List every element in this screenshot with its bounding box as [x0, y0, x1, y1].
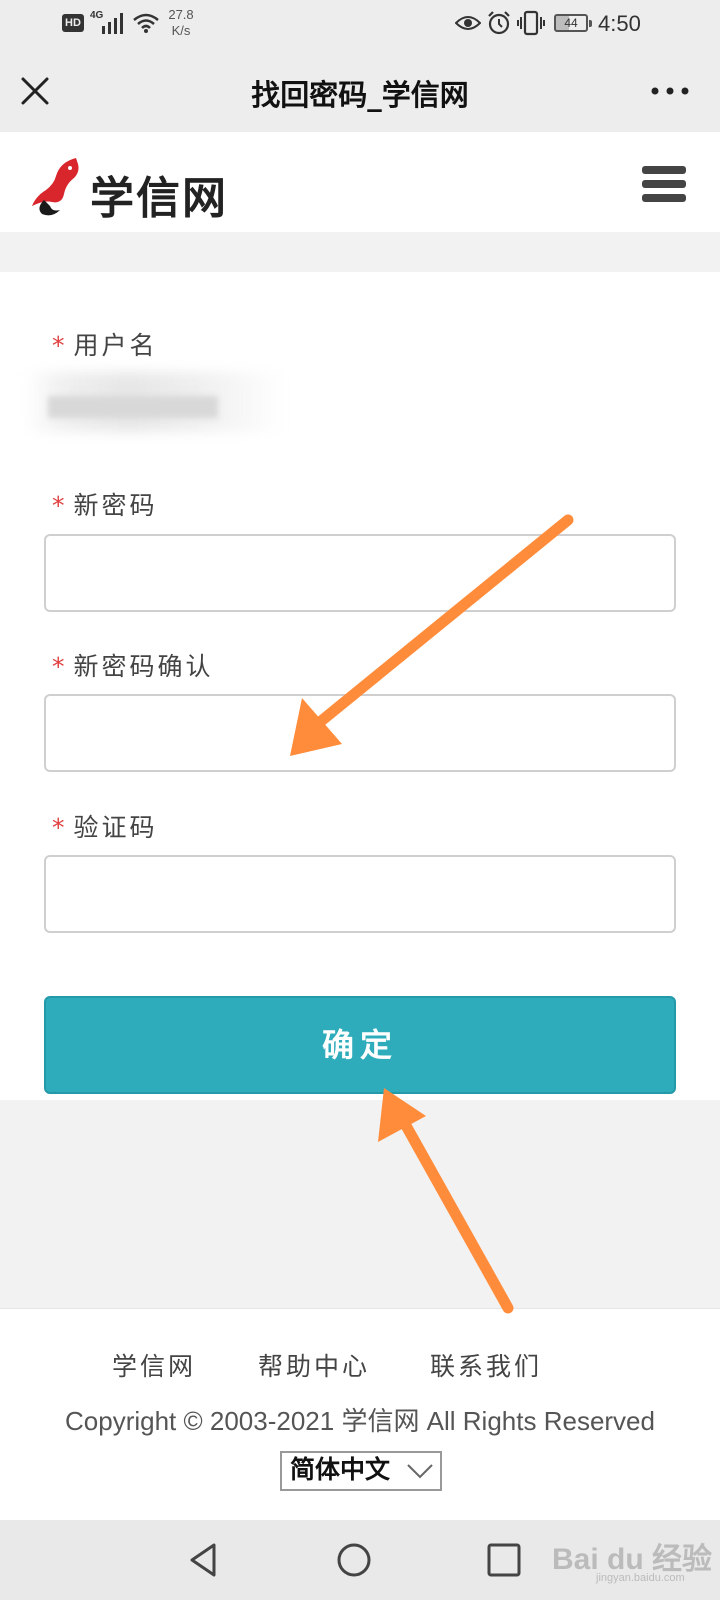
submit-button[interactable]: 确定: [44, 996, 676, 1094]
menu-icon[interactable]: [642, 166, 686, 208]
site-header: 学信网: [0, 132, 720, 232]
copyright-text: Copyright © 2003-2021 学信网 All Rights Res…: [65, 1406, 655, 1436]
site-logo-text[interactable]: 学信网: [90, 162, 228, 226]
page-title: 找回密码_学信网: [251, 78, 469, 112]
chevron-down-icon: [407, 1464, 433, 1479]
home-icon[interactable]: [334, 1540, 374, 1580]
recents-icon[interactable]: [484, 1540, 524, 1580]
new-password-input[interactable]: [44, 534, 676, 612]
captcha-label-text: 验证码: [73, 813, 158, 842]
username-value-redaction: [48, 396, 218, 418]
reset-password-form: * 用户名 * 新密码 * 新密码确认 * 验证码 确定: [0, 272, 720, 1100]
network-speed: 27.8 K/s: [166, 7, 196, 39]
new-password-label-text: 新密码: [73, 491, 158, 520]
signal-icon: [102, 13, 123, 34]
required-mark: *: [52, 652, 68, 681]
site-footer: 学信网 帮助中心 联系我们 Copyright © 2003-2021 学信网 …: [0, 1308, 720, 1520]
alarm-icon: [488, 11, 510, 35]
baidu-watermark-url: jingyan.baidu.com: [596, 1572, 685, 1584]
arrow-to-submit-button: [378, 1088, 514, 1314]
back-icon[interactable]: [184, 1540, 224, 1580]
speed-unit: K/s: [171, 23, 191, 38]
required-mark: *: [52, 491, 68, 520]
captcha-label: * 验证码: [52, 808, 158, 844]
confirm-password-label: * 新密码确认: [52, 647, 214, 683]
wifi-icon: [133, 13, 159, 33]
new-password-label: * 新密码: [52, 486, 158, 522]
username-label-text: 用户名: [73, 331, 158, 360]
language-selected-value: 简体中文: [290, 1455, 391, 1484]
footer-link-home[interactable]: 学信网: [112, 1347, 196, 1383]
speed-value: 27.8: [168, 7, 194, 22]
webview-title-bar: 找回密码_学信网: [0, 50, 720, 132]
status-bar: HD 4G 27.8 K/s 44 4:50: [0, 0, 720, 50]
clock: 4:50: [598, 11, 641, 36]
required-mark: *: [52, 331, 68, 360]
captcha-input[interactable]: [44, 855, 676, 933]
battery-indicator: 44: [554, 14, 592, 32]
eye-icon: [455, 16, 481, 30]
system-nav-bar: Bai du 经验 jingyan.baidu.com: [0, 1520, 720, 1600]
chsi-logo-icon[interactable]: [30, 156, 84, 216]
footer-link-contact[interactable]: 联系我们: [430, 1347, 542, 1383]
more-options-icon[interactable]: [650, 86, 690, 96]
username-label: * 用户名: [52, 326, 158, 362]
vibrate-icon: [517, 10, 545, 36]
hd-indicator: HD: [62, 14, 84, 32]
confirm-password-label-text: 新密码确认: [73, 652, 214, 681]
required-mark: *: [52, 813, 68, 842]
footer-link-help[interactable]: 帮助中心: [258, 1347, 370, 1383]
confirm-password-input[interactable]: [44, 694, 676, 772]
language-select[interactable]: 简体中文: [280, 1451, 442, 1491]
